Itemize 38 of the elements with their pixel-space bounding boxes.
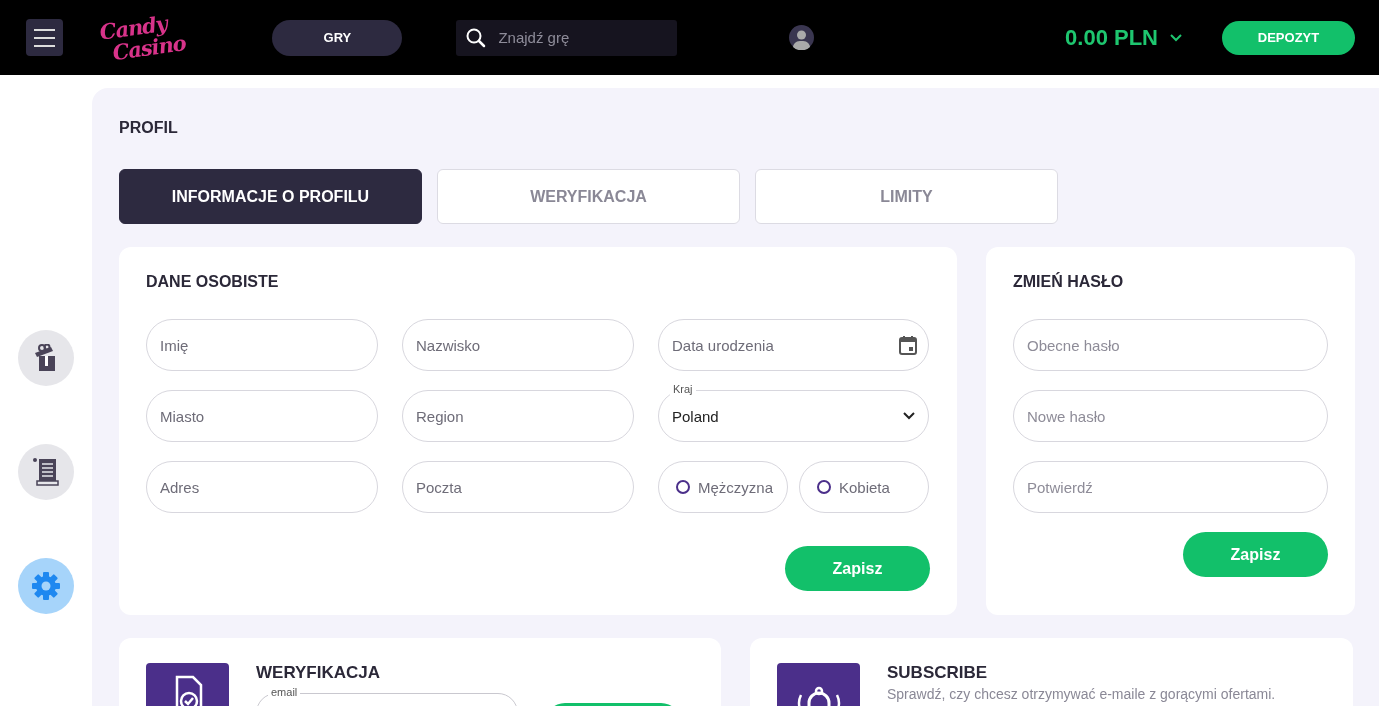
card-title: DANE OSOBISTE	[146, 272, 280, 292]
text-field[interactable]: Imię	[146, 319, 378, 371]
field-label: email	[268, 686, 301, 698]
scroll-nav-button[interactable]	[18, 444, 74, 500]
text-field[interactable]: Region	[402, 390, 634, 442]
password-field[interactable]: Obecne hasło	[1013, 319, 1328, 371]
tab[interactable]: INFORMACJE O PROFILU	[119, 169, 422, 224]
text-field[interactable]: Miasto	[146, 390, 378, 442]
text-field[interactable]: Nazwisko	[402, 319, 634, 371]
chevron-down-icon	[903, 412, 915, 420]
scroll-icon	[32, 457, 60, 487]
tab[interactable]: WERYFIKACJA	[437, 169, 740, 224]
balance-dropdown[interactable]: 0.00 PLN	[1065, 24, 1182, 51]
tab[interactable]: LIMITY	[755, 169, 1058, 224]
field-label: Kraj	[670, 383, 696, 395]
settings-icon	[31, 571, 61, 601]
menu-button[interactable]	[26, 19, 63, 56]
radio-option[interactable]: Kobieta	[799, 461, 929, 513]
password-field[interactable]: Nowe hasło	[1013, 390, 1328, 442]
subscribe-description: Sprawdź, czy chcesz otrzymywać e-maile z gorącymi ofertami.	[887, 686, 1276, 702]
card-title: SUBSCRIBE	[887, 663, 989, 683]
settings-nav-button[interactable]	[18, 558, 74, 614]
radio-option[interactable]: Mężczyzna	[658, 461, 788, 513]
calendar-icon	[899, 335, 917, 355]
games-button[interactable]: GRY	[272, 19, 403, 56]
text-field[interactable]: Adres	[146, 461, 378, 513]
card-title: ZMIEŃ HASŁO	[1013, 272, 1125, 292]
chevron-down-icon	[1170, 33, 1182, 42]
avatar-icon[interactable]	[789, 25, 815, 50]
gift-nav-button[interactable]	[18, 330, 74, 386]
search-icon	[466, 27, 487, 48]
password-field[interactable]: Potwierdź	[1013, 461, 1328, 513]
logo[interactable]: Candy Casino	[98, 9, 188, 66]
page-title: PROFIL	[119, 118, 179, 138]
card-title: WERYFIKACJA	[256, 663, 382, 683]
search-field[interactable]: Znajdź grę	[456, 19, 678, 56]
text-field[interactable]: Poczta	[402, 461, 634, 513]
date-field[interactable]: Data urodzenia	[658, 319, 929, 371]
